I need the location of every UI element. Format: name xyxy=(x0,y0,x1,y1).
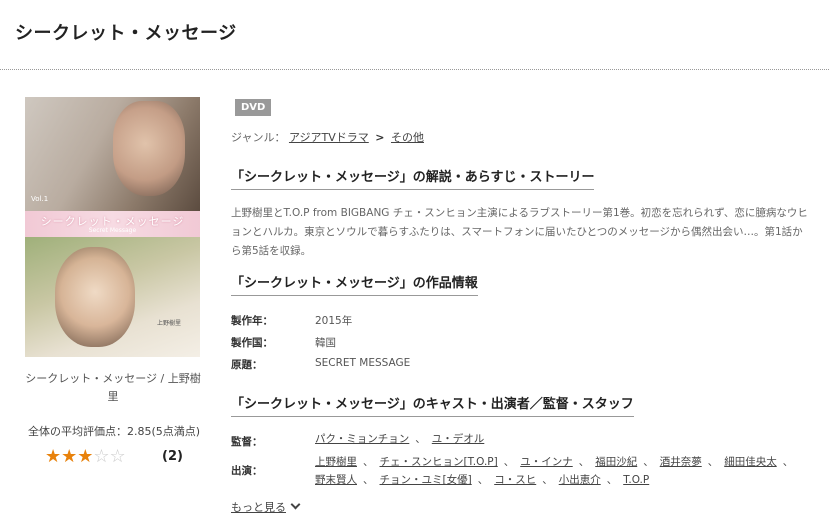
info-label: 原題： xyxy=(231,359,263,371)
synopsis-text: 上野樹里とT.O.P from BIGBANG チェ・スンヒョン主演によるラブス… xyxy=(231,207,808,257)
title-divider xyxy=(0,69,829,70)
info-heading: 「シークレット・メッセージ」の作品情報 xyxy=(231,272,478,296)
info-value: SECRET MESSAGE xyxy=(315,357,411,369)
rating-stars: ★★★☆☆ xyxy=(45,446,126,467)
genre-link-other[interactable]: その他 xyxy=(391,131,424,144)
cast-link[interactable]: コ・スヒ xyxy=(494,474,536,486)
cast-link[interactable]: 野末賢人 xyxy=(315,474,357,486)
star-empty-icon: ☆☆ xyxy=(93,446,126,467)
more-link[interactable]: もっと見る xyxy=(231,499,301,515)
cover-actress-photo xyxy=(55,247,135,347)
more-link-label: もっと見る xyxy=(231,501,286,514)
cast-link[interactable]: チョン・ユミ[女優] xyxy=(380,474,472,486)
breadcrumb-separator: > xyxy=(375,131,385,144)
cast-link[interactable]: 酒井奈夢 xyxy=(660,456,702,468)
cast-link[interactable]: 細田佳央太 xyxy=(724,456,777,468)
cast-link[interactable]: ユ・インナ xyxy=(520,456,573,468)
cover-image[interactable]: Vol.1 シークレット・メッセージ Secret Message 上野樹里 xyxy=(25,97,200,357)
cast-link[interactable]: 小出恵介 xyxy=(559,474,601,486)
star-filled-icon: ★★★ xyxy=(45,446,94,467)
cast-link[interactable]: T.O.P xyxy=(623,474,649,486)
cast-link[interactable]: チェ・スンヒョン[T.O.P] xyxy=(380,456,498,468)
cast-label: 出演： xyxy=(231,465,263,477)
synopsis-heading: 「シークレット・メッセージ」の解説・あらすじ・ストーリー xyxy=(231,166,595,190)
info-label: 製作年： xyxy=(231,315,273,327)
info-label: 製作国： xyxy=(231,337,273,349)
cover-cast-mark: 上野樹里 xyxy=(157,320,182,327)
info-value: 韓国 xyxy=(315,337,336,349)
format-badge: DVD xyxy=(235,99,272,116)
director-link[interactable]: ユ・デオル xyxy=(432,433,485,445)
cover-volume-label: Vol.1 xyxy=(31,195,49,203)
cast-heading: 「シークレット・メッセージ」のキャスト・出演者／監督・スタッフ xyxy=(231,393,634,417)
director-label: 監督： xyxy=(231,436,263,448)
cover-subtitle-text: Secret Message xyxy=(88,227,137,234)
page-title: シークレット・メッセージ xyxy=(15,23,237,44)
info-value: 2015年 xyxy=(315,315,353,327)
chevron-down-icon xyxy=(290,499,301,510)
cover-actor-photo xyxy=(113,101,185,196)
cast-link[interactable]: 福田沙紀 xyxy=(595,456,637,468)
rating-summary: 全体の平均評価点：2.85(5点満点) xyxy=(27,425,201,438)
cast-link[interactable]: 上野樹里 xyxy=(315,456,357,468)
cast-list: 上野樹里、チェ・スンヒョン[T.O.P]、ユ・インナ、福田沙紀、酒井奈夢、細田佳… xyxy=(315,456,794,486)
director-list: パク・ミョンチョン、ユ・デオル xyxy=(315,433,485,445)
director-link[interactable]: パク・ミョンチョン xyxy=(315,433,409,445)
genre-breadcrumb: ジャンル： アジアTVドラマ > その他 xyxy=(231,129,424,145)
cover-caption[interactable]: シークレット・メッセージ / 上野樹里 xyxy=(22,370,204,406)
genre-label: ジャンル： xyxy=(231,131,286,144)
genre-link-asia-tv-drama[interactable]: アジアTVドラマ xyxy=(289,131,369,144)
rating-count-link[interactable]: (2) xyxy=(162,449,183,464)
